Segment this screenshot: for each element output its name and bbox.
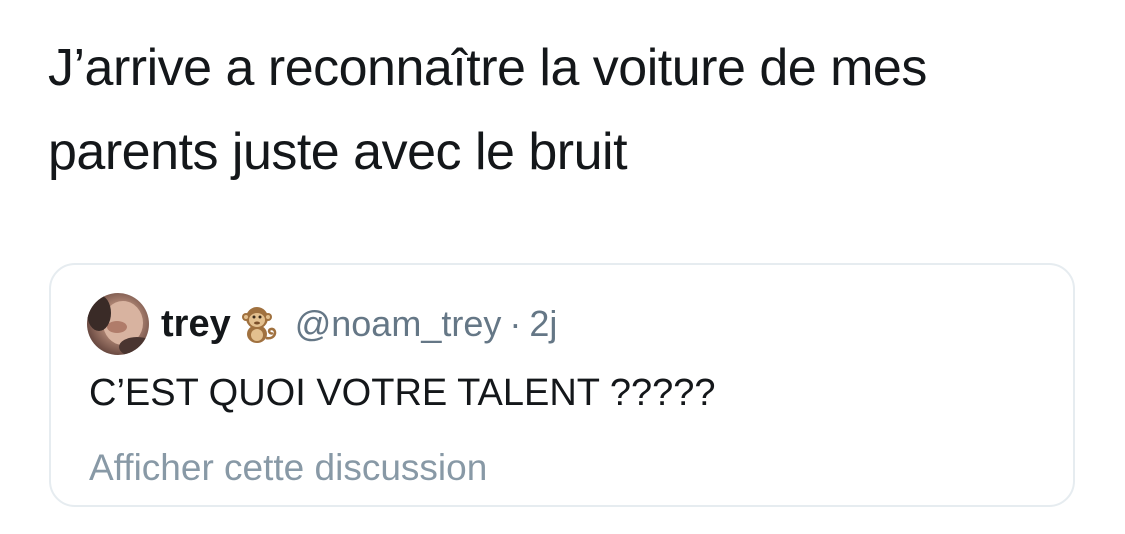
quoted-tweet-text: C’EST QUOI VOTRE TALENT ????? [89,372,716,414]
monkey-emoji-icon [237,302,281,346]
quoted-tweet-header: trey @noam_trey · 2j [87,289,557,359]
separator-dot: · [509,303,522,344]
avatar[interactable] [87,293,149,355]
quoted-tweet-card[interactable]: trey @noam_trey · 2j C’EST QUOI VOTRE TA… [49,263,1075,507]
display-name[interactable]: trey [161,303,231,346]
tweet-timestamp[interactable]: 2j [529,303,557,345]
tweet-text: J’arrive a reconnaître la voiture de mes… [48,39,927,181]
user-handle[interactable]: @noam_trey [295,303,502,345]
show-thread-link[interactable]: Afficher cette discussion [89,445,487,491]
